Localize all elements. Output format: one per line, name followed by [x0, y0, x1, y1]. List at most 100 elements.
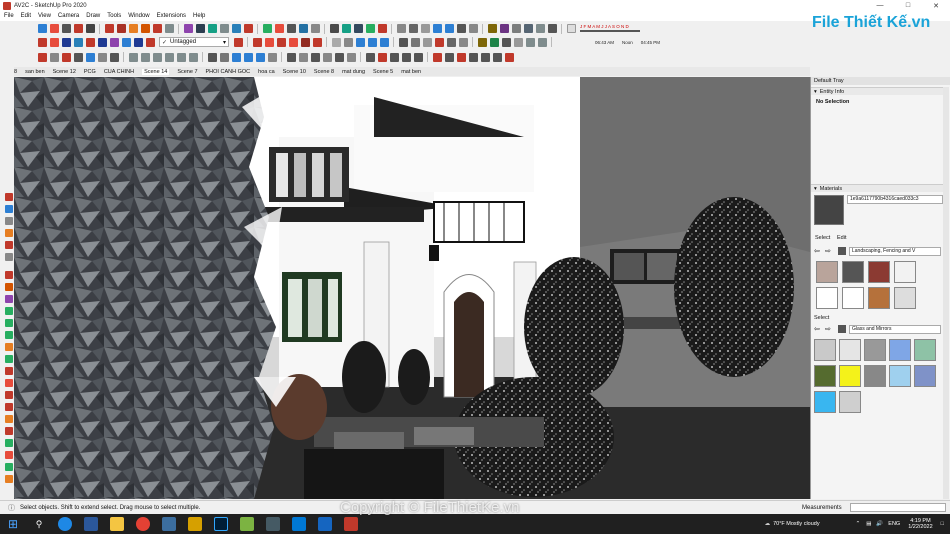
left-tool-14-icon[interactable] [4, 355, 13, 363]
tab-scene-5[interactable]: Scene 5 [373, 69, 393, 75]
material-swatch[interactable] [894, 287, 916, 309]
component-f-icon[interactable] [97, 52, 107, 62]
paint-bucket-icon[interactable] [37, 37, 47, 47]
style-c-icon[interactable] [85, 37, 95, 47]
wireframe-icon[interactable] [355, 37, 365, 47]
back-arrow-icon[interactable]: ⇦ [814, 247, 820, 255]
view-right-icon[interactable] [288, 37, 298, 47]
plugin-j-icon[interactable] [511, 24, 521, 33]
materials-header[interactable]: ▾ Materials [811, 184, 943, 192]
left-tool-21-icon[interactable] [4, 439, 13, 447]
solid-d-icon[interactable] [164, 52, 174, 62]
plugin-r-icon[interactable] [525, 37, 535, 47]
component-a-icon[interactable] [37, 52, 47, 62]
tool-x3-icon[interactable] [310, 52, 320, 62]
weather-text[interactable]: 70°F Mostly cloudy [773, 521, 820, 527]
tool-z2-icon[interactable] [444, 52, 454, 62]
tab-materials-select[interactable]: Select [815, 235, 830, 241]
menu-tools[interactable]: Tools [107, 13, 121, 19]
warehouse-icon[interactable] [341, 24, 351, 33]
tape-icon[interactable] [183, 24, 193, 33]
library-select-1[interactable]: Landscaping, Fencing and V [849, 247, 941, 256]
plugin-i-icon[interactable] [499, 24, 509, 33]
glass-swatch[interactable] [864, 365, 886, 387]
3dtext-icon[interactable] [243, 24, 253, 33]
solid-e-icon[interactable] [176, 52, 186, 62]
material-swatch[interactable] [816, 287, 838, 309]
style-d-icon[interactable] [97, 37, 107, 47]
section-plane-icon[interactable] [329, 24, 339, 33]
component-e-icon[interactable] [85, 52, 95, 62]
plugin-e-icon[interactable] [444, 24, 454, 33]
edge-icon[interactable] [58, 517, 72, 531]
axes-icon[interactable] [231, 24, 241, 33]
protractor-icon[interactable] [207, 24, 217, 33]
left-tool-4-icon[interactable] [4, 229, 13, 237]
view-back-icon[interactable] [300, 37, 310, 47]
layer-select[interactable]: ✓ Untagged ▾ [159, 37, 229, 47]
left-tool-19-icon[interactable] [4, 415, 13, 423]
tray-header[interactable]: Default Tray [811, 77, 950, 85]
left-tool-16-icon[interactable] [4, 379, 13, 387]
move-icon[interactable] [104, 24, 114, 33]
plugin-h-icon[interactable] [487, 24, 497, 33]
app-icon[interactable] [240, 517, 254, 531]
sandbox-d-icon[interactable] [434, 37, 444, 47]
backedges-icon[interactable] [343, 37, 353, 47]
shape-icon[interactable] [85, 24, 95, 33]
plugin-a-icon[interactable] [396, 24, 406, 33]
tool-y3-icon[interactable] [389, 52, 399, 62]
word-icon[interactable] [84, 517, 98, 531]
plugin-q-icon[interactable] [513, 37, 523, 47]
left-tool-12-icon[interactable] [4, 331, 13, 339]
xray-icon[interactable] [331, 37, 341, 47]
home-icon[interactable] [838, 325, 846, 333]
style-h-icon[interactable] [145, 37, 155, 47]
left-tool-3-icon[interactable] [4, 217, 13, 225]
shaded-icon[interactable] [379, 37, 389, 47]
windows-start-icon[interactable]: ⊞ [6, 517, 20, 531]
ruby-icon[interactable] [377, 24, 387, 33]
glass-swatch[interactable] [839, 391, 861, 413]
tool-y2-icon[interactable] [377, 52, 387, 62]
explorer-icon[interactable] [110, 517, 124, 531]
plugin-f-icon[interactable] [456, 24, 466, 33]
left-tool-7-icon[interactable] [4, 271, 13, 279]
tool-x6-icon[interactable] [346, 52, 356, 62]
tab-mat-ben[interactable]: mat ben [401, 69, 421, 75]
tool-z6-icon[interactable] [492, 52, 502, 62]
photoshop-icon[interactable] [214, 517, 228, 531]
view-front-icon[interactable] [276, 37, 286, 47]
solid-f-icon[interactable] [188, 52, 198, 62]
menu-window[interactable]: Window [128, 13, 149, 19]
offset-icon[interactable] [164, 24, 174, 33]
measurements-input[interactable] [850, 503, 946, 512]
scale-icon[interactable] [152, 24, 162, 33]
notification-icon[interactable]: □ [941, 521, 944, 527]
material-swatch[interactable] [842, 287, 864, 309]
left-tool-24-icon[interactable] [4, 475, 13, 483]
tag-icon[interactable] [49, 37, 59, 47]
tool-y4-icon[interactable] [401, 52, 411, 62]
glass-swatch[interactable] [839, 365, 861, 387]
sandbox-c-icon[interactable] [422, 37, 432, 47]
tool-z3-icon[interactable] [456, 52, 466, 62]
arc-icon[interactable] [73, 24, 83, 33]
plugin-k-icon[interactable] [523, 24, 533, 33]
app-icon[interactable] [292, 517, 306, 531]
sandbox-a-icon[interactable] [398, 37, 408, 47]
dimension-icon[interactable] [195, 24, 205, 33]
menu-edit[interactable]: Edit [21, 13, 31, 19]
material-swatch[interactable] [868, 287, 890, 309]
menu-file[interactable]: File [4, 13, 14, 19]
home-icon[interactable] [838, 247, 846, 255]
component-d-icon[interactable] [73, 52, 83, 62]
glass-swatch[interactable] [889, 365, 911, 387]
glass-swatch[interactable] [914, 339, 936, 361]
entity-info-header[interactable]: ▾ Entity Info [811, 87, 943, 95]
shadow-month-slider[interactable]: J F M A M J J A S O N D [580, 24, 640, 33]
tab-san-ben[interactable]: san ben [25, 69, 45, 75]
component-b-icon[interactable] [49, 52, 59, 62]
menu-camera[interactable]: Camera [58, 13, 79, 19]
extension-icon[interactable] [353, 24, 363, 33]
